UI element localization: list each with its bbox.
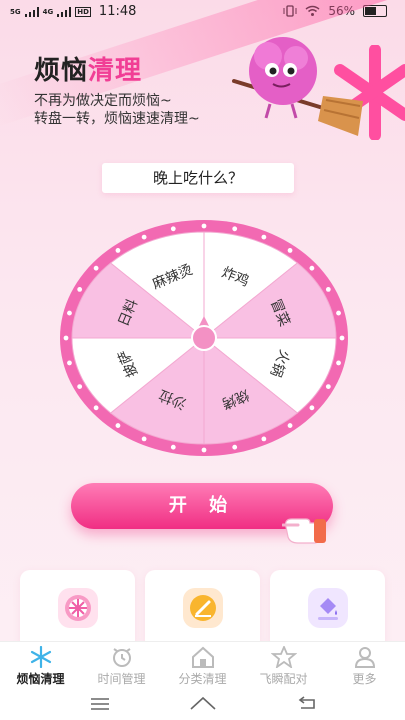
tab-label: 飞瞬配对 (259, 672, 308, 686)
wheel-rim-dot (67, 360, 72, 366)
wheel-rim-dot (63, 335, 69, 341)
wheel-icon (58, 588, 98, 628)
clock: 11:48 (98, 4, 137, 19)
signal-icon (24, 6, 39, 17)
feature-card-1[interactable] (20, 570, 135, 650)
wheel-rim-dot (141, 234, 147, 240)
wheel-rim-dot (93, 265, 99, 271)
wheel-rim-dot (287, 423, 293, 428)
wheel-rim-dot (261, 234, 267, 240)
title-part-1: 烦恼 (34, 56, 89, 86)
wheel-rim-dot (201, 223, 207, 229)
person-icon (354, 647, 375, 668)
wheel-rim-dot (170, 226, 176, 232)
wheel-rim-dot (115, 248, 121, 253)
wheel-rim-dot (67, 310, 72, 316)
wheel-rim-dot (261, 436, 267, 442)
feature-card-2[interactable] (145, 570, 260, 650)
wheel-rim-dot (77, 384, 83, 389)
tab-matching[interactable]: 飞瞬配对 (243, 642, 324, 690)
tab-time-management[interactable]: 时间管理 (81, 642, 162, 690)
tab-label: 分类清理 (178, 672, 227, 686)
pen-icon (183, 588, 223, 628)
home-icon (191, 646, 214, 668)
wheel-rim-dot (115, 423, 121, 428)
feature-card-3[interactable] (270, 570, 385, 650)
tab-label: 时间管理 (97, 672, 146, 686)
question-box[interactable]: 晚上吃什么？ (102, 163, 294, 193)
wheel-rim-dot (141, 436, 147, 442)
wheel-rim-dot (287, 248, 293, 253)
tab-category-cleanup[interactable]: 分类清理 (162, 642, 243, 690)
network-5g-label: 5G (10, 7, 21, 16)
wheel-hub[interactable] (191, 325, 217, 351)
wheel-rim-dot (336, 310, 341, 316)
wheel-rim-dot (232, 444, 238, 450)
page-title: 烦恼清理 (34, 50, 142, 87)
battery-icon (363, 5, 387, 17)
tab-label: 烦恼清理 (16, 672, 65, 686)
subtitle-line-1: 不再为做决定而烦恼~ (34, 93, 172, 109)
spin-wheel[interactable]: 炸鸡冒菜火锅烧烤沙拉披萨日料麻辣烫 (58, 218, 350, 458)
star-icon (270, 646, 297, 668)
wheel-rim-dot (339, 335, 345, 341)
wheel-rim-dot (309, 405, 315, 411)
subtitle: 不再为做决定而烦恼~ 转盘一转，烦恼速速清理~ (34, 92, 200, 128)
hd-badge: HD (75, 6, 91, 17)
bottom-tab-bar: 烦恼清理 时间管理 分类清理 飞瞬配对 更多 (0, 641, 405, 690)
subtitle-line-2: 转盘一转，烦恼速速清理~ (34, 111, 200, 127)
system-nav-bar (0, 689, 405, 720)
tab-more[interactable]: 更多 (324, 642, 405, 690)
wheel-rim-dot (309, 265, 315, 271)
fluffy-mascot-on-broom-icon (232, 37, 363, 136)
wheel-rim-dot (77, 287, 83, 292)
wheel-rim-dot (325, 384, 331, 389)
pointing-hand-icon (282, 518, 326, 544)
home-nav-icon[interactable] (189, 695, 217, 711)
alarm-clock-icon (112, 648, 131, 667)
tab-label: 更多 (352, 672, 377, 686)
wheel-rim-dot (325, 287, 331, 292)
title-part-2: 清理 (88, 56, 143, 86)
wheel-rim-dot (336, 360, 341, 366)
menu-icon[interactable] (89, 697, 111, 711)
snowflake-icon (30, 646, 51, 668)
feature-cards (20, 570, 385, 650)
paint-bucket-icon (308, 588, 348, 628)
wheel-rim-dot (93, 405, 99, 411)
tab-worry-cleanup[interactable]: 烦恼清理 (0, 642, 81, 690)
wheel-rim-dot (201, 447, 207, 453)
signal-icon-2 (57, 6, 72, 17)
network-4g-label: 4G (42, 7, 54, 16)
wheel-rim-dot (170, 444, 176, 450)
back-icon[interactable] (296, 696, 318, 710)
wheel-rim-dot (232, 226, 238, 232)
